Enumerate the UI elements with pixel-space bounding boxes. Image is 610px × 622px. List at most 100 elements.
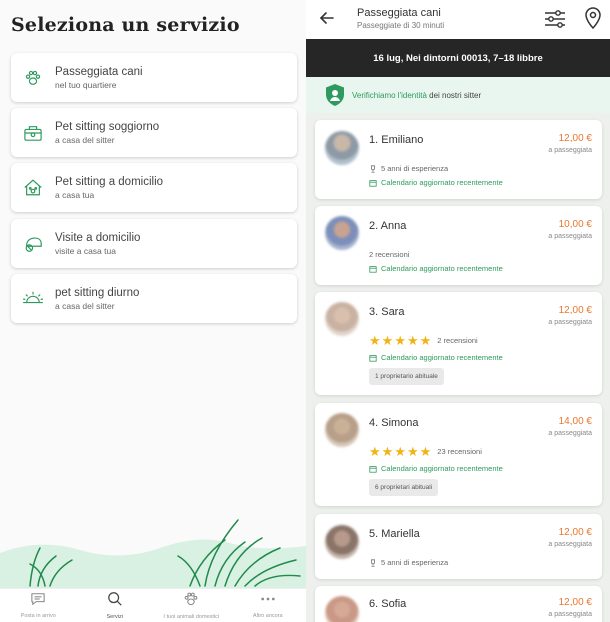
search-summary-bar[interactable]: 16 lug, Nei dintorni 00013, 7–18 libbre [306, 39, 610, 77]
reviews-text: 23 recensioni [437, 447, 482, 456]
avatar [325, 596, 359, 622]
calendar-icon [369, 465, 377, 473]
star-icon: ★ [419, 333, 432, 348]
service-dog-walking[interactable]: Passeggiata cani nel tuo quartiere [11, 53, 297, 102]
service-selection-panel: Seleziona un servizio Passeggiata cani ne… [0, 0, 306, 622]
chat-icon [30, 592, 46, 611]
reviews-text: 2 recensioni [437, 336, 478, 345]
search-summary-text: 16 lug, Nei dintorni 00013, 7–18 libbre [373, 52, 543, 64]
sitter-name: 1. Emiliano [369, 134, 424, 146]
service-title: pet sitting diurno [55, 286, 140, 299]
star-icon: ★ [394, 444, 406, 459]
sitter-card[interactable]: 4. Simona 14,00 € a passeggiata ★ ★ ★ ★ ★ 23 … [315, 403, 602, 506]
star-rating: ★ ★ ★ ★ ★ 2 recensioni [369, 334, 478, 347]
back-arrow-icon[interactable] [318, 9, 336, 27]
tab-label: I tuoi animali domestici [163, 614, 220, 620]
results-header: Passeggiata cani Passeggiate di 30 minut… [306, 0, 610, 39]
price-unit: a passeggiata [548, 611, 592, 618]
verify-text: dei nostri sitter [426, 90, 482, 100]
star-icon: ★ [369, 444, 381, 459]
star-icon: ★ [394, 333, 406, 348]
repeat-owner-chip: 6 proprietari abituali [369, 479, 439, 496]
paw-icon [183, 591, 199, 612]
sitter-price: 14,00 € [558, 416, 592, 427]
star-icon: ★ [406, 444, 419, 459]
price-unit: a passeggiata [548, 147, 592, 154]
calendar-icon [369, 179, 377, 187]
price-unit: a passeggiata [548, 430, 592, 437]
page-title: Seleziona un servizio [11, 14, 240, 36]
sun-icon [11, 274, 55, 323]
identity-verification-banner[interactable]: Verifichiamo l'identità dei nostri sitte… [306, 77, 610, 113]
tab-label: Servizi [106, 614, 123, 620]
price-unit: a passeggiata [548, 319, 592, 326]
sitter-card[interactable]: 1. Emiliano 12,00 € a passeggiata 5 anni… [315, 120, 602, 199]
sitter-results-panel: Passeggiata cani Passeggiate di 30 minut… [306, 0, 610, 622]
calendar-line: Calendario aggiornato recentemente [369, 264, 503, 273]
star-icon: ★ [369, 333, 381, 348]
avatar [325, 131, 359, 165]
sitter-name: 5. Mariella [369, 528, 420, 540]
verify-link[interactable]: Verifichiamo l'identità [352, 91, 427, 100]
avatar [325, 525, 359, 559]
star-icon: ★ [406, 333, 419, 348]
tab-services[interactable]: Servizi [77, 589, 154, 622]
tab-inbox[interactable]: Posta in arrivo [0, 589, 77, 622]
calendar-icon [369, 265, 377, 273]
results-title: Passeggiata cani [357, 7, 441, 19]
experience-text: 5 anni di esperienza [381, 164, 449, 173]
tab-label: Altro ancora [252, 613, 283, 619]
price-unit: a passeggiata [548, 233, 592, 240]
avatar [325, 216, 359, 250]
sitter-price: 10,00 € [558, 219, 592, 230]
grass-illustration [0, 519, 306, 588]
calendar-text: Calendario aggiornato recentemente [381, 178, 503, 187]
results-subtitle: Passeggiate di 30 minuti [357, 21, 445, 30]
sitter-price: 12,00 € [558, 597, 592, 608]
star-icon: ★ [419, 444, 432, 459]
calendar-text: Calendario aggiornato recentemente [381, 464, 503, 473]
service-title: Pet sitting a domicilio [55, 175, 164, 188]
sitter-price: 12,00 € [558, 305, 592, 316]
sitter-card[interactable]: 3. Sara 12,00 € a passeggiata ★ ★ ★ ★ ★ 2 rec… [315, 292, 602, 395]
service-boarding[interactable]: Pet sitting soggiorno a casa del sitter [11, 108, 297, 157]
calendar-line: Calendario aggiornato recentemente [369, 353, 503, 362]
sitter-name: 2. Anna [369, 220, 407, 232]
avatar [325, 302, 359, 336]
calendar-text: Calendario aggiornato recentemente [381, 353, 503, 362]
sitter-card[interactable]: 5. Mariella 12,00 € a passeggiata 5 anni… [315, 514, 602, 579]
service-subtitle: a casa tua [55, 189, 95, 200]
bottom-tab-bar: Posta in arrivo Servizi I tuoi animali d… [0, 588, 306, 622]
star-icon: ★ [381, 333, 394, 348]
tab-pets[interactable]: I tuoi animali domestici [153, 589, 230, 622]
trophy-icon [371, 164, 375, 173]
tab-more[interactable]: Altro ancora [230, 589, 307, 622]
sitter-name: 6. Sofia [369, 598, 407, 610]
sitter-card[interactable]: 6. Sofia 12,00 € a passeggiata [315, 586, 602, 622]
reviews-text: 2 recensioni [369, 250, 410, 259]
search-icon [107, 591, 123, 612]
sitter-name: 3. Sara [369, 306, 405, 318]
shield-check-icon [324, 83, 346, 107]
experience-line: 5 anni di esperienza [369, 164, 448, 173]
price-unit: a passeggiata [548, 541, 592, 548]
experience-text: 5 anni di esperienza [381, 558, 449, 567]
service-title: Passeggiata cani [55, 65, 143, 78]
sitter-price: 12,00 € [558, 527, 592, 538]
filter-sliders-icon[interactable] [543, 8, 567, 30]
dog-ball-icon [11, 219, 55, 268]
service-doggy-day-care[interactable]: pet sitting diurno a casa del sitter [11, 274, 297, 323]
service-subtitle: a casa del sitter [55, 134, 115, 145]
more-icon [260, 592, 276, 611]
calendar-text: Calendario aggiornato recentemente [381, 264, 503, 273]
service-subtitle: visite a casa tua [55, 245, 116, 256]
sitter-name: 4. Simona [369, 417, 419, 429]
sitter-card[interactable]: 2. Anna 10,00 € a passeggiata 2 recensio… [315, 206, 602, 285]
trophy-icon [371, 558, 375, 567]
experience-line: 5 anni di esperienza [369, 558, 448, 567]
service-drop-in-visits[interactable]: Visite a domicilio visite a casa tua [11, 219, 297, 268]
service-title: Pet sitting soggiorno [55, 120, 160, 133]
map-pin-icon[interactable] [583, 6, 605, 32]
service-house-sitting[interactable]: Pet sitting a domicilio a casa tua [11, 163, 297, 212]
service-subtitle: a casa del sitter [55, 300, 115, 311]
